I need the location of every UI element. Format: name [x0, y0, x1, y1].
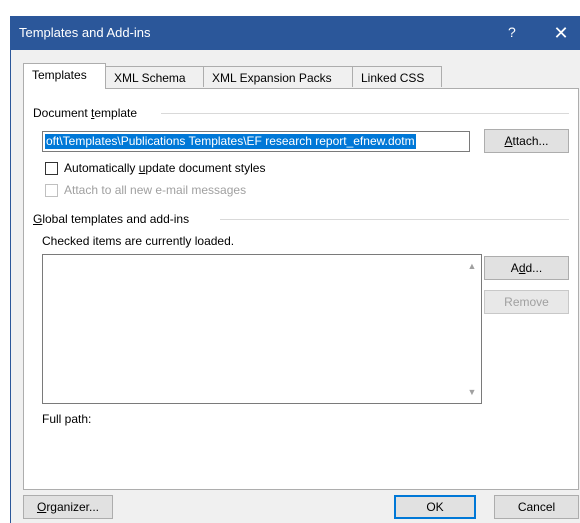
ok-button[interactable]: OK	[394, 495, 476, 519]
scroll-down-icon[interactable]: ▼	[467, 387, 477, 397]
tab-templates[interactable]: Templates	[23, 63, 106, 89]
tab-linked-css[interactable]: Linked CSS	[352, 66, 442, 87]
close-icon[interactable]: ✕	[547, 20, 575, 46]
help-button[interactable]: ?	[508, 24, 516, 40]
section-divider	[161, 113, 569, 114]
attach-button[interactable]: Attach...	[484, 129, 569, 153]
document-template-section-title: Document template	[33, 106, 138, 120]
add-button[interactable]: Add...	[484, 256, 569, 280]
organizer-button[interactable]: Organizer...	[23, 495, 113, 519]
global-templates-section-title: Global templates and add-ins	[33, 212, 190, 226]
dialog-title: Templates and Add-ins	[19, 25, 151, 40]
document-template-path-text: oft\Templates\Publications Templates\EF …	[45, 134, 416, 149]
tab-xml-expansion-packs[interactable]: XML Expansion Packs	[203, 66, 353, 87]
remove-button[interactable]: Remove	[484, 290, 569, 314]
cancel-button[interactable]: Cancel	[494, 495, 579, 519]
templates-and-addins-dialog: Templates and Add-ins ? ✕ Templates XML …	[10, 16, 580, 523]
auto-update-styles-label: Automatically update document styles	[64, 161, 266, 175]
title-bar: Templates and Add-ins ? ✕	[11, 16, 580, 50]
attach-email-checkbox[interactable]	[45, 184, 58, 197]
scroll-up-icon[interactable]: ▲	[467, 261, 477, 271]
loaded-items-hint: Checked items are currently loaded.	[42, 234, 235, 248]
full-path-label: Full path:	[42, 412, 92, 426]
attach-email-label: Attach to all new e-mail messages	[64, 183, 247, 197]
document-template-path-field[interactable]: oft\Templates\Publications Templates\EF …	[42, 131, 470, 152]
global-templates-list[interactable]: ▲ ▼	[42, 254, 482, 404]
auto-update-styles-checkbox[interactable]	[45, 162, 58, 175]
list-scrollbar[interactable]: ▲ ▼	[464, 255, 481, 403]
section-divider	[220, 219, 569, 220]
tab-xml-schema[interactable]: XML Schema	[105, 66, 204, 87]
